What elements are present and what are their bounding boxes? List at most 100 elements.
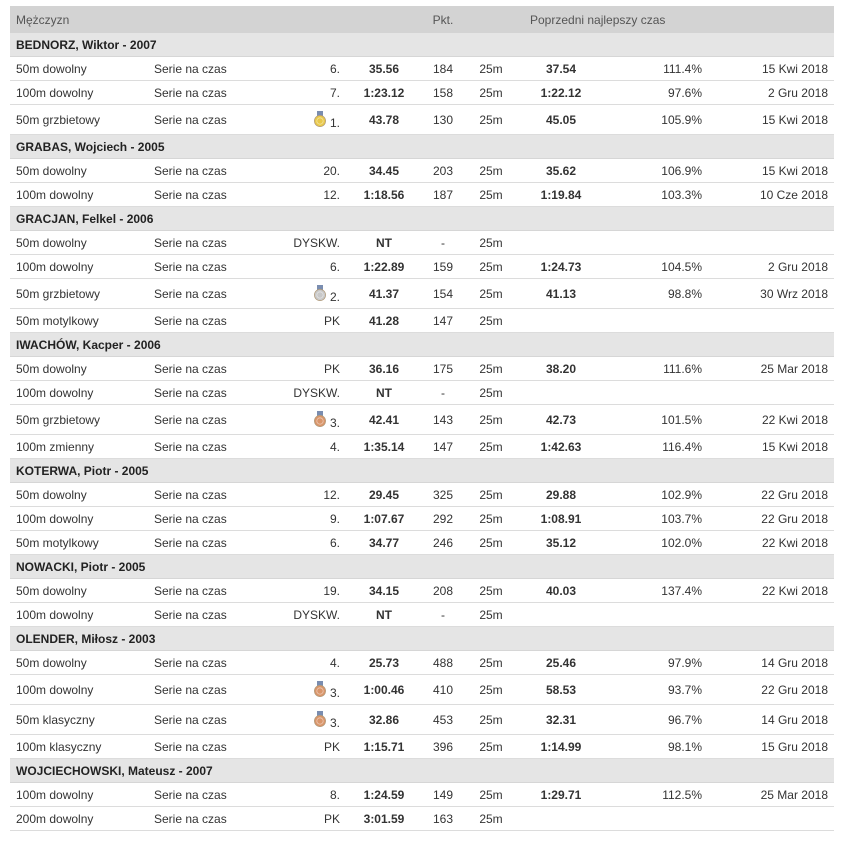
round-cell: Serie na czas: [150, 806, 280, 831]
event-cell: 100m zmienny: [10, 434, 150, 459]
date-cell: [704, 602, 834, 627]
place-cell: 12.: [280, 482, 342, 507]
result-row: 50m motylkowy Serie na czas PK 41.28 147 25m: [10, 308, 834, 333]
round-cell: Serie na czas: [150, 356, 280, 381]
place-cell: 12.: [280, 182, 342, 207]
event-cell: 50m klasyczny: [10, 704, 150, 735]
pool-cell: 25m: [460, 356, 522, 381]
date-cell: 22 Kwi 2018: [704, 578, 834, 603]
pool-cell: 25m: [460, 482, 522, 507]
previous-best-cell: 35.12: [522, 530, 600, 555]
time-cell: 1:23.12: [342, 80, 426, 105]
previous-best-cell: 38.20: [522, 356, 600, 381]
pool-cell: 25m: [460, 734, 522, 759]
time-cell: 25.73: [342, 650, 426, 675]
result-row: 100m dowolny Serie na czas 3. 1:00.46 410 25m…: [10, 674, 834, 705]
event-cell: 100m klasyczny: [10, 734, 150, 759]
date-cell: [704, 308, 834, 333]
pool-cell: 25m: [460, 530, 522, 555]
event-cell: 50m dowolny: [10, 650, 150, 675]
percent-cell: 105.9%: [600, 104, 704, 135]
round-cell: Serie na czas: [150, 578, 280, 603]
date-cell: 15 Kwi 2018: [704, 56, 834, 81]
result-row: 50m motylkowy Serie na czas 6. 34.77 246 25m 3…: [10, 530, 834, 555]
athlete-name: KOTERWA, Piotr - 2005: [10, 458, 834, 483]
percent-cell: [600, 602, 704, 627]
athlete-row: BEDNORZ, Wiktor - 2007: [10, 33, 834, 57]
result-row: 50m grzbietowy Serie na czas 1. 43.78 130 25m…: [10, 104, 834, 135]
points-cell: -: [426, 602, 460, 627]
percent-cell: 98.1%: [600, 734, 704, 759]
gold-medal-icon: [313, 110, 327, 127]
time-cell: NT: [342, 380, 426, 405]
pool-cell: 25m: [460, 182, 522, 207]
points-cell: 184: [426, 56, 460, 81]
time-cell: 36.16: [342, 356, 426, 381]
percent-cell: 106.9%: [600, 158, 704, 183]
date-cell: 25 Mar 2018: [704, 356, 834, 381]
event-cell: 50m dowolny: [10, 356, 150, 381]
athlete-row: OLENDER, Miłosz - 2003: [10, 626, 834, 651]
round-cell: Serie na czas: [150, 308, 280, 333]
previous-best-cell: 41.13: [522, 278, 600, 309]
place-cell: 4.: [280, 434, 342, 459]
athlete-name: GRABAS, Wojciech - 2005: [10, 134, 834, 159]
points-cell: 158: [426, 80, 460, 105]
percent-cell: 103.3%: [600, 182, 704, 207]
points-cell: -: [426, 380, 460, 405]
previous-best-cell: [522, 230, 600, 255]
silver-medal-icon: [313, 284, 327, 301]
pool-cell: 25m: [460, 230, 522, 255]
previous-best-cell: 32.31: [522, 704, 600, 735]
round-cell: Serie na czas: [150, 506, 280, 531]
points-cell: 163: [426, 806, 460, 831]
points-cell: 325: [426, 482, 460, 507]
round-cell: Serie na czas: [150, 434, 280, 459]
points-cell: 187: [426, 182, 460, 207]
pool-cell: 25m: [460, 434, 522, 459]
result-row: 100m dowolny Serie na czas 12. 1:18.56 187 25…: [10, 182, 834, 207]
percent-cell: 93.7%: [600, 674, 704, 705]
percent-cell: [600, 380, 704, 405]
date-cell: 15 Kwi 2018: [704, 158, 834, 183]
place-label: 1.: [329, 115, 340, 130]
event-cell: 50m grzbietowy: [10, 404, 150, 435]
result-row: 50m dowolny Serie na czas DYSKW. NT -25m: [10, 230, 834, 255]
place-label: 3.: [329, 685, 340, 700]
pool-cell: 25m: [460, 650, 522, 675]
date-cell: [704, 806, 834, 831]
place-cell: DYSKW.: [280, 380, 342, 405]
athlete-row: NOWACKI, Piotr - 2005: [10, 554, 834, 579]
previous-best-cell: [522, 806, 600, 831]
points-cell: 149: [426, 782, 460, 807]
points-cell: 147: [426, 434, 460, 459]
round-cell: Serie na czas: [150, 530, 280, 555]
points-cell: 147: [426, 308, 460, 333]
time-cell: 1:00.46: [342, 674, 426, 705]
place-cell: 4.: [280, 650, 342, 675]
event-cell: 50m motylkowy: [10, 308, 150, 333]
bronze-medal-icon: [313, 680, 327, 697]
event-cell: 50m dowolny: [10, 578, 150, 603]
previous-best-cell: 35.62: [522, 158, 600, 183]
time-cell: 1:35.14: [342, 434, 426, 459]
round-cell: Serie na czas: [150, 704, 280, 735]
previous-best-cell: 58.53: [522, 674, 600, 705]
round-cell: Serie na czas: [150, 230, 280, 255]
time-cell: 41.28: [342, 308, 426, 333]
percent-cell: 97.9%: [600, 650, 704, 675]
place-cell: DYSKW.: [280, 230, 342, 255]
round-cell: Serie na czas: [150, 602, 280, 627]
result-row: 100m dowolny Serie na czas 6. 1:22.89 159 25m…: [10, 254, 834, 279]
percent-cell: 97.6%: [600, 80, 704, 105]
round-cell: Serie na czas: [150, 782, 280, 807]
points-cell: 396: [426, 734, 460, 759]
pool-cell: 25m: [460, 278, 522, 309]
points-cell: 453: [426, 704, 460, 735]
result-row: 50m klasyczny Serie na czas 3. 32.86 453 25m 3…: [10, 704, 834, 735]
round-cell: Serie na czas: [150, 674, 280, 705]
athlete-row: IWACHÓW, Kacper - 2006: [10, 332, 834, 357]
round-cell: Serie na czas: [150, 278, 280, 309]
time-cell: 34.15: [342, 578, 426, 603]
percent-cell: [600, 806, 704, 831]
